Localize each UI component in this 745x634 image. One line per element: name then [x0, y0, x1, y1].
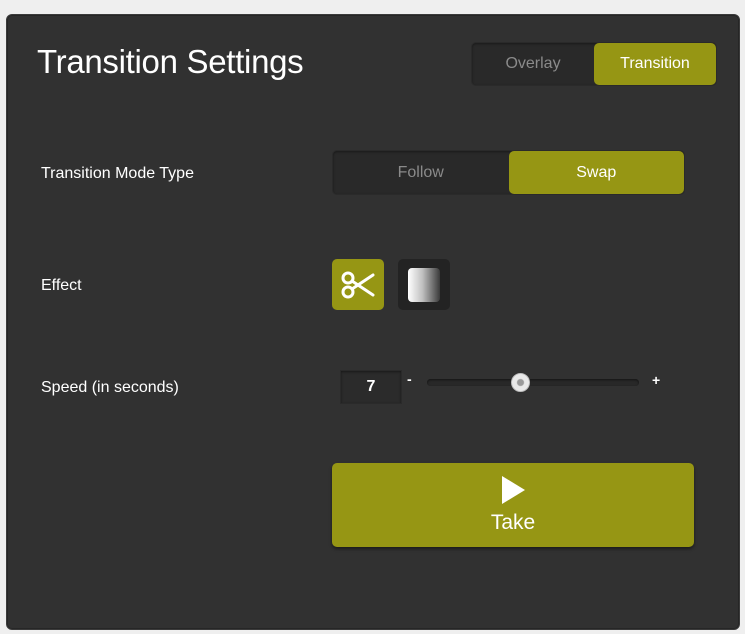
speed-slider-thumb[interactable] — [510, 373, 530, 392]
transition-mode-toggle: Follow Swap — [332, 150, 685, 195]
transition-mode-label: Transition Mode Type — [41, 165, 194, 182]
take-label: Take — [490, 511, 536, 534]
mode-swap-button[interactable]: Swap — [508, 151, 684, 194]
take-button[interactable]: Take — [332, 463, 694, 547]
page-title: Transition Settings — [37, 43, 304, 80]
scissors-icon — [341, 271, 375, 298]
tab-transition[interactable]: Transition — [594, 43, 716, 85]
speed-increment-button[interactable]: + — [652, 372, 660, 388]
speed-slider-track[interactable] — [427, 373, 639, 392]
speed-value-field[interactable]: 7 — [340, 370, 402, 404]
mode-follow-button[interactable]: Follow — [333, 151, 509, 194]
effect-label: Effect — [41, 277, 82, 294]
tab-overlay[interactable]: Overlay — [472, 43, 594, 85]
transition-settings-panel: Transition Settings Overlay Transition T… — [6, 14, 740, 630]
play-icon — [502, 476, 525, 504]
fade-gradient-icon — [408, 267, 440, 302]
effect-cut-button[interactable] — [332, 259, 384, 310]
speed-label: Speed (in seconds) — [41, 379, 179, 396]
view-tabs: Overlay Transition — [471, 42, 717, 86]
speed-decrement-button[interactable]: - — [407, 371, 412, 387]
effect-fade-button[interactable] — [398, 259, 450, 310]
